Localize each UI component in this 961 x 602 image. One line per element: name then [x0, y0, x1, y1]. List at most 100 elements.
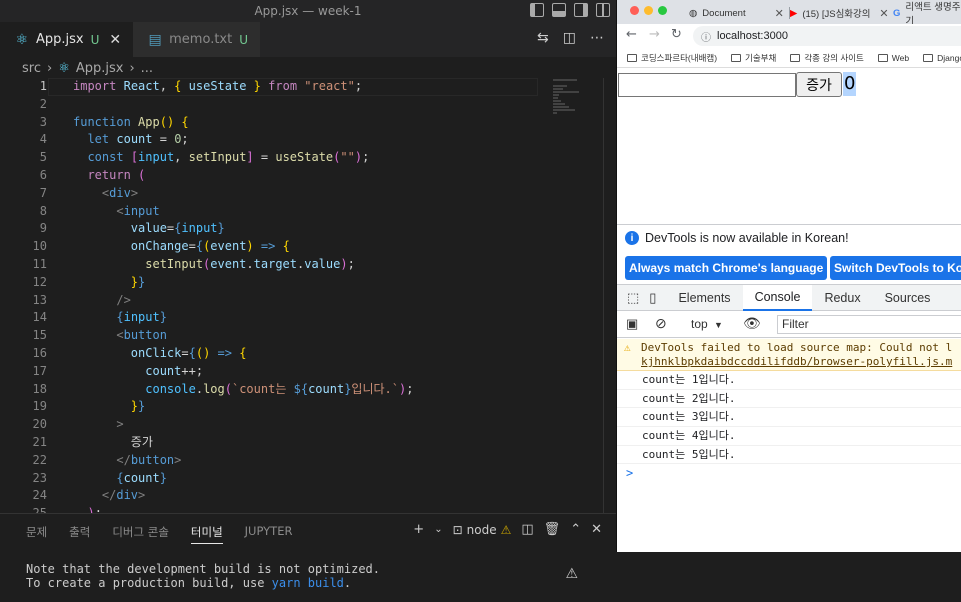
split-terminal-icon[interactable]: ◫: [521, 522, 533, 537]
minimize-window-button[interactable]: [644, 6, 653, 15]
increment-button[interactable]: 증가: [796, 72, 842, 97]
code-line: 8 <input: [0, 203, 616, 221]
warning-icon: ⚠: [565, 566, 578, 582]
bookmark-folder[interactable]: 코딩스파르타(내배캠): [627, 52, 717, 64]
line-number: 9: [39, 221, 47, 236]
dropdown-arrow-icon: ▼: [714, 320, 723, 330]
toggle-panel-icon[interactable]: [552, 3, 566, 17]
back-arrow-icon[interactable]: ←: [626, 27, 637, 42]
bookmark-label: 각종 강의 사이트: [804, 52, 864, 63]
close-window-button[interactable]: [630, 6, 639, 15]
code-line: 21 증가: [0, 434, 616, 452]
eye-icon[interactable]: 👁: [743, 315, 761, 332]
tab-terminal[interactable]: 터미널: [190, 524, 223, 544]
tab-output[interactable]: 출력: [69, 524, 90, 544]
breadcrumb-symbol[interactable]: ...: [141, 61, 153, 76]
warning-link[interactable]: kjhnklbpkdaibdccddilifddb/browser-polyfi…: [641, 355, 952, 368]
bookmark-folder[interactable]: 기술부채: [731, 52, 776, 64]
maximize-panel-icon[interactable]: ⌃: [570, 522, 581, 537]
warning-icon: ⚠: [500, 522, 512, 537]
devtools-panel: i DevTools is now available in Korean! A…: [617, 224, 961, 552]
chrome-tab-google[interactable]: G 리액트 생명주기: [893, 2, 961, 27]
chrome-tab-document[interactable]: ◍ Document ✕: [689, 4, 790, 22]
bookmark-folder[interactable]: Django&P: [923, 53, 961, 63]
tab-debug-console[interactable]: 디버그 콘솔: [112, 524, 169, 544]
banner-text: DevTools is now available in Korean!: [645, 231, 849, 245]
close-panel-icon[interactable]: ✕: [591, 522, 602, 537]
code-text: }}: [130, 399, 146, 414]
tab-app-jsx[interactable]: ⚛ App.jsx U ✕: [0, 22, 134, 57]
address-bar[interactable]: ⓘ localhost:3000: [693, 26, 961, 46]
breadcrumb-folder[interactable]: src: [22, 61, 41, 76]
trash-icon[interactable]: 🗑: [544, 522, 561, 537]
chrome-tab-youtube[interactable]: ▶ (15) [JS심화강의 ✕: [790, 4, 889, 22]
panel-tabs: 문제 출력 디버그 콘솔 터미널 JUPYTER: [26, 524, 314, 544]
forward-arrow-icon[interactable]: →: [649, 27, 660, 42]
terminal-output[interactable]: Note that the development build is not o…: [26, 562, 380, 590]
tab-jupyter[interactable]: JUPYTER: [245, 524, 293, 544]
chrome-toolbar: ← → ↻ ⓘ localhost:3000: [617, 24, 961, 48]
console-log: count는 1입니다.: [617, 371, 961, 390]
customize-layout-icon[interactable]: [596, 3, 610, 17]
more-actions-icon[interactable]: ⋯: [590, 30, 604, 46]
source-control-compare-icon[interactable]: ⇆: [537, 30, 549, 46]
minimap[interactable]: [553, 78, 593, 138]
line-number: 23: [32, 470, 47, 485]
terminal-selector[interactable]: ⊡ node ⚠: [453, 523, 512, 537]
line-number: 18: [32, 381, 47, 396]
code-text: const [input, setInput] = useState("");: [87, 150, 370, 165]
code-text: {count}: [116, 470, 167, 485]
switch-devtools-language-button[interactable]: Switch DevTools to Ko: [830, 256, 961, 280]
close-icon[interactable]: ✕: [775, 7, 784, 20]
info-circle-icon[interactable]: ⓘ: [701, 29, 711, 44]
breadcrumb: src › ⚛ App.jsx › ...: [0, 57, 616, 79]
console-prompt[interactable]: >: [617, 464, 961, 482]
line-number: 20: [32, 417, 47, 432]
context-selector[interactable]: top ▼: [691, 317, 723, 331]
code-editor[interactable]: 1 import React, { useState } from "react"…: [0, 78, 616, 513]
code-line: 22 </button>: [0, 452, 616, 470]
toggle-secondary-sidebar-icon[interactable]: [574, 3, 588, 17]
console-log: count는 5입니다.: [617, 446, 961, 465]
clear-console-icon[interactable]: ⊘: [655, 315, 667, 332]
code-line: 5 const [input, setInput] = useState("")…: [0, 149, 616, 167]
code-line: 7 <div>: [0, 185, 616, 203]
line-number: 2: [39, 96, 47, 111]
tab-label: memo.txt: [169, 32, 233, 47]
split-editor-icon[interactable]: ◫: [563, 30, 576, 46]
device-toolbar-icon[interactable]: ▯: [645, 290, 666, 306]
chevron-right-icon: ›: [129, 60, 135, 76]
maximize-window-button[interactable]: [658, 6, 667, 15]
reload-icon[interactable]: ↻: [671, 27, 682, 42]
filter-input[interactable]: Filter: [777, 315, 961, 334]
tab-redux[interactable]: Redux: [812, 285, 872, 311]
tab-elements[interactable]: Elements: [666, 285, 742, 311]
chevron-down-icon[interactable]: ⌄: [434, 524, 442, 535]
close-icon[interactable]: ✕: [879, 7, 888, 20]
folder-icon: [877, 54, 888, 63]
chrome-window: ◍ Document ✕ ▶ (15) [JS심화강의 ✕ G 리액트 생명주기…: [616, 0, 961, 552]
chrome-tab-label: 리액트 생명주기: [905, 2, 961, 27]
console-messages: ⚠ DevTools failed to load source map: Co…: [617, 339, 961, 482]
breadcrumb-file[interactable]: App.jsx: [76, 61, 124, 76]
tab-problems[interactable]: 문제: [26, 524, 47, 544]
window-title: App.jsx — week-1: [254, 4, 362, 18]
inspect-element-icon[interactable]: ⬚: [617, 290, 645, 306]
sidebar-toggle-icon[interactable]: ▣: [626, 316, 638, 332]
editor-scrollbar[interactable]: [603, 78, 604, 513]
tab-sources[interactable]: Sources: [873, 285, 943, 311]
tab-console[interactable]: Console: [742, 284, 813, 311]
code-line: 25 );: [0, 505, 616, 513]
new-terminal-icon[interactable]: +: [413, 522, 424, 537]
chevron-right-icon: ›: [46, 60, 53, 76]
close-icon[interactable]: ✕: [109, 32, 121, 48]
code-line: 13 />: [0, 292, 616, 310]
bookmark-folder[interactable]: Web: [877, 53, 909, 63]
bookmark-folder[interactable]: 각종 강의 사이트: [790, 52, 864, 64]
info-icon: i: [625, 231, 639, 245]
toggle-sidebar-icon[interactable]: [530, 3, 544, 17]
tab-memo-txt[interactable]: ▤ memo.txt U: [133, 22, 261, 57]
always-match-language-button[interactable]: Always match Chrome's language: [625, 256, 828, 280]
text-input[interactable]: [618, 73, 796, 97]
youtube-icon: ▶: [790, 7, 798, 19]
